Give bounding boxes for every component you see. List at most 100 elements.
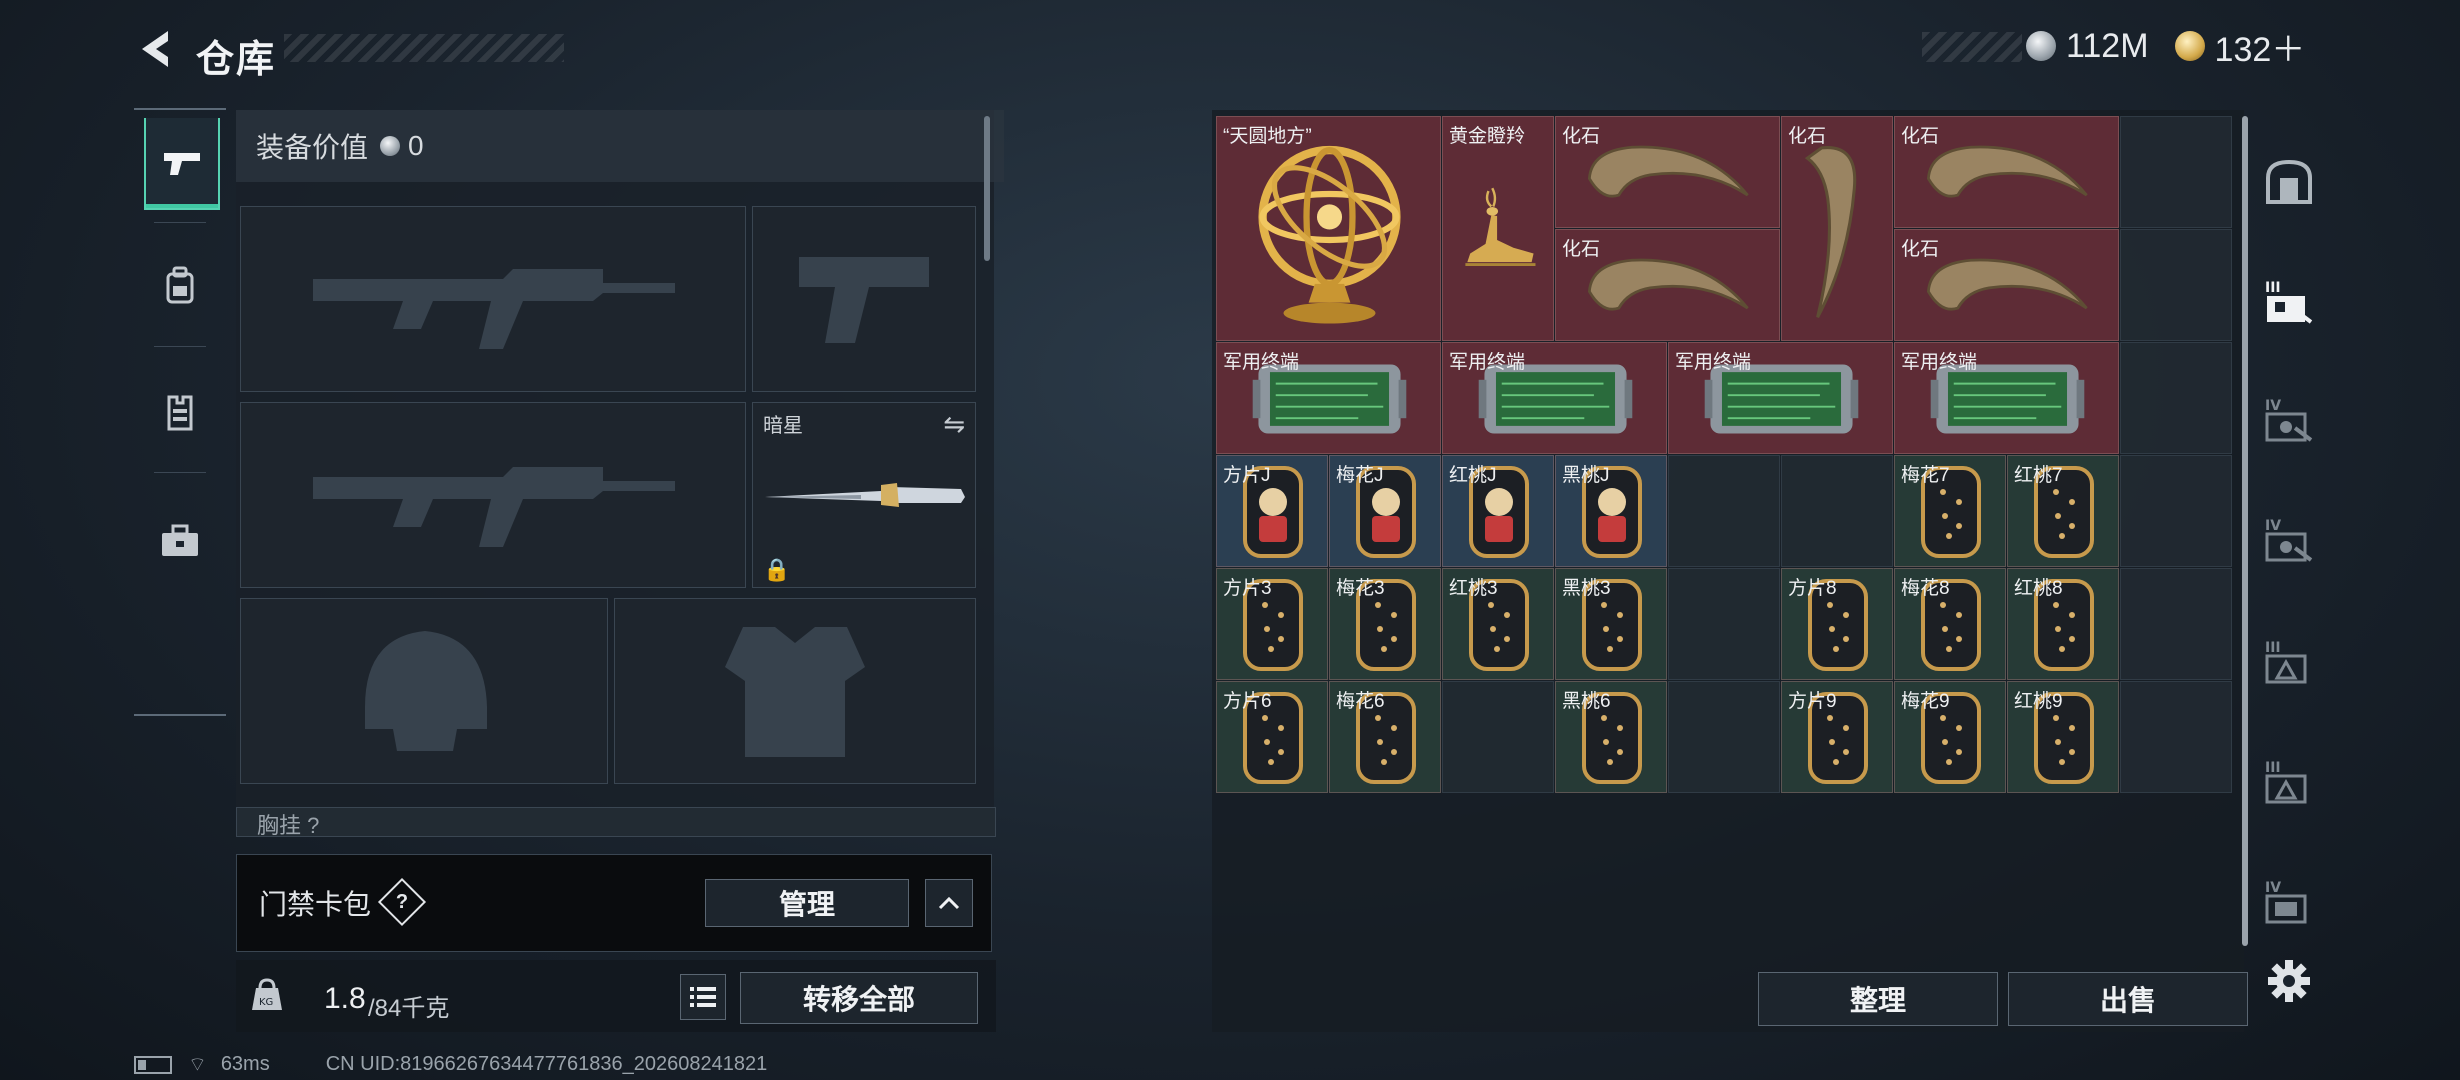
warehouse-item[interactable]: 梅花6 xyxy=(1329,681,1441,793)
nav-item-weapons[interactable] xyxy=(144,118,220,210)
melee-slot[interactable]: 暗星 ⇋ 🔒 xyxy=(752,402,976,588)
warehouse-item[interactable]: 红桃3 xyxy=(1442,568,1554,680)
secondary-weapon-slot[interactable] xyxy=(240,402,746,588)
shelf-icon: IV xyxy=(2265,880,2307,924)
warehouse-item[interactable]: 方片9 xyxy=(1781,681,1893,793)
rail-item-shelf-iv[interactable]: IV xyxy=(2256,506,2322,572)
grid-cell[interactable] xyxy=(2120,681,2232,793)
manage-button[interactable]: 管理 xyxy=(705,879,909,927)
warehouse-item[interactable]: 方片6 xyxy=(1216,681,1328,793)
warehouse-item[interactable]: 化石 xyxy=(1781,116,1893,341)
currency-bar: 112M 132＋ xyxy=(2026,26,2305,69)
svg-text:III: III xyxy=(2265,280,2281,296)
warehouse-item[interactable]: 黑桃6 xyxy=(1555,681,1667,793)
warehouse-item[interactable]: 黑桃3 xyxy=(1555,568,1667,680)
grid-cell[interactable] xyxy=(1781,455,1893,567)
grid-cell[interactable] xyxy=(1668,568,1780,680)
shelf-icon: III xyxy=(2265,760,2307,804)
grid-cell[interactable] xyxy=(2120,229,2232,341)
item-name: 红桃3 xyxy=(1449,578,1498,599)
silver-currency[interactable]: 112M xyxy=(2026,27,2149,66)
item-art xyxy=(1443,117,1555,342)
sidearm-slot[interactable] xyxy=(752,206,976,392)
item-name: 化石 xyxy=(1562,126,1601,147)
settings-button[interactable] xyxy=(2256,948,2322,1014)
rail-item-shelf-iii[interactable]: III xyxy=(2256,748,2322,814)
nav-item-vest[interactable] xyxy=(144,368,216,458)
warehouse-item[interactable]: 化石 xyxy=(1555,116,1780,228)
sort-button[interactable]: 整理 xyxy=(1758,972,1998,1026)
armillary-sphere-icon xyxy=(1258,145,1401,324)
warehouse-item[interactable]: “天圆地方” xyxy=(1216,116,1441,341)
item-name: 红桃8 xyxy=(2014,578,2063,599)
warehouse-item[interactable]: 红桃J xyxy=(1442,455,1554,567)
rail-item-shelf-iv[interactable]: IV xyxy=(2256,868,2322,934)
grid-cell[interactable] xyxy=(2120,568,2232,680)
pistol-icon xyxy=(164,153,200,175)
status-bar: ⌔ 63ms CN UID:81966267634477761836_20260… xyxy=(134,1052,767,1077)
rail-item-shelf-iii[interactable]: III xyxy=(2256,628,2322,694)
warehouse-item[interactable]: 红桃7 xyxy=(2007,455,2119,567)
list-icon xyxy=(690,987,716,1007)
rail-item-vault[interactable] xyxy=(2256,148,2322,214)
equipment-value-row: 装备价值 0 xyxy=(236,110,1004,182)
item-name: 黑桃6 xyxy=(1562,691,1611,712)
grid-cell[interactable] xyxy=(2120,116,2232,228)
armor-silhouette-icon xyxy=(725,627,865,757)
helmet-slot[interactable] xyxy=(240,598,608,784)
warehouse-scrollbar[interactable] xyxy=(2242,116,2248,946)
storage-rail: III IV IV III III IV xyxy=(2256,118,2322,1002)
warehouse-item[interactable]: 化石 xyxy=(1894,229,2119,341)
warehouse-item[interactable]: 梅花3 xyxy=(1329,568,1441,680)
item-name: 梅花J xyxy=(1336,465,1384,486)
equipment-scrollbar[interactable] xyxy=(984,116,990,261)
chest-rig-slot[interactable]: 胸挂 ? xyxy=(236,807,996,837)
weight-max: /84千克 xyxy=(368,995,450,1022)
warehouse-item[interactable]: 梅花J xyxy=(1329,455,1441,567)
warehouse-item[interactable]: 化石 xyxy=(1555,229,1780,341)
nav-item-toolbox[interactable] xyxy=(144,496,216,586)
warehouse-item[interactable]: 梅花9 xyxy=(1894,681,2006,793)
expand-button[interactable] xyxy=(925,879,973,927)
page-title: 仓库 xyxy=(196,39,277,81)
warehouse-item[interactable]: 方片8 xyxy=(1781,568,1893,680)
gold-currency[interactable]: 132＋ xyxy=(2174,22,2305,71)
weight-icon: KG xyxy=(252,978,282,1010)
warehouse-item[interactable]: 化石 xyxy=(1894,116,2119,228)
back-button[interactable] xyxy=(130,22,178,76)
grid-cell[interactable] xyxy=(1668,681,1780,793)
warehouse-item[interactable]: 军用终端 xyxy=(1216,342,1441,454)
help-icon[interactable]: ? xyxy=(377,877,427,927)
warehouse-item[interactable]: 红桃8 xyxy=(2007,568,2119,680)
grid-cell[interactable] xyxy=(2120,342,2232,454)
warehouse-item[interactable]: 黑桃J xyxy=(1555,455,1667,567)
rail-item-shelf-iv[interactable]: IV xyxy=(2256,386,2322,452)
grid-cell[interactable] xyxy=(1442,681,1554,793)
warehouse-item[interactable]: 军用终端 xyxy=(1668,342,1893,454)
grid-cell[interactable] xyxy=(2120,455,2232,567)
warehouse-item[interactable]: 军用终端 xyxy=(1894,342,2119,454)
armor-slot[interactable] xyxy=(614,598,976,784)
swap-icon[interactable]: ⇋ xyxy=(943,409,965,440)
warehouse-item[interactable]: 方片3 xyxy=(1216,568,1328,680)
warehouse-item[interactable]: 军用终端 xyxy=(1442,342,1667,454)
warehouse-item[interactable]: 梅花8 xyxy=(1894,568,2006,680)
grid-cell[interactable] xyxy=(1668,455,1780,567)
uid: CN UID:81966267634477761836_202608241821 xyxy=(325,1053,768,1075)
list-view-button[interactable] xyxy=(680,974,726,1020)
nav-item-backpack[interactable] xyxy=(144,240,216,330)
nav-divider xyxy=(154,346,206,347)
transfer-all-button[interactable]: 转移全部 xyxy=(740,972,978,1024)
item-name: “天圆地方” xyxy=(1223,126,1312,147)
sell-button[interactable]: 出售 xyxy=(2008,972,2248,1026)
primary-weapon-slot[interactable] xyxy=(240,206,746,392)
warehouse-item[interactable]: 梅花7 xyxy=(1894,455,2006,567)
warehouse-item[interactable]: 红桃9 xyxy=(2007,681,2119,793)
rail-item-shelf-iii[interactable]: III xyxy=(2256,268,2322,334)
svg-text:KG: KG xyxy=(259,997,273,1008)
warehouse-item[interactable]: 黄金瞪羚 xyxy=(1442,116,1554,341)
equipment-value: 0 xyxy=(408,130,424,161)
warehouse-item[interactable]: 方片J xyxy=(1216,455,1328,567)
svg-text:III: III xyxy=(2265,640,2281,656)
item-name: 化石 xyxy=(1562,239,1601,260)
